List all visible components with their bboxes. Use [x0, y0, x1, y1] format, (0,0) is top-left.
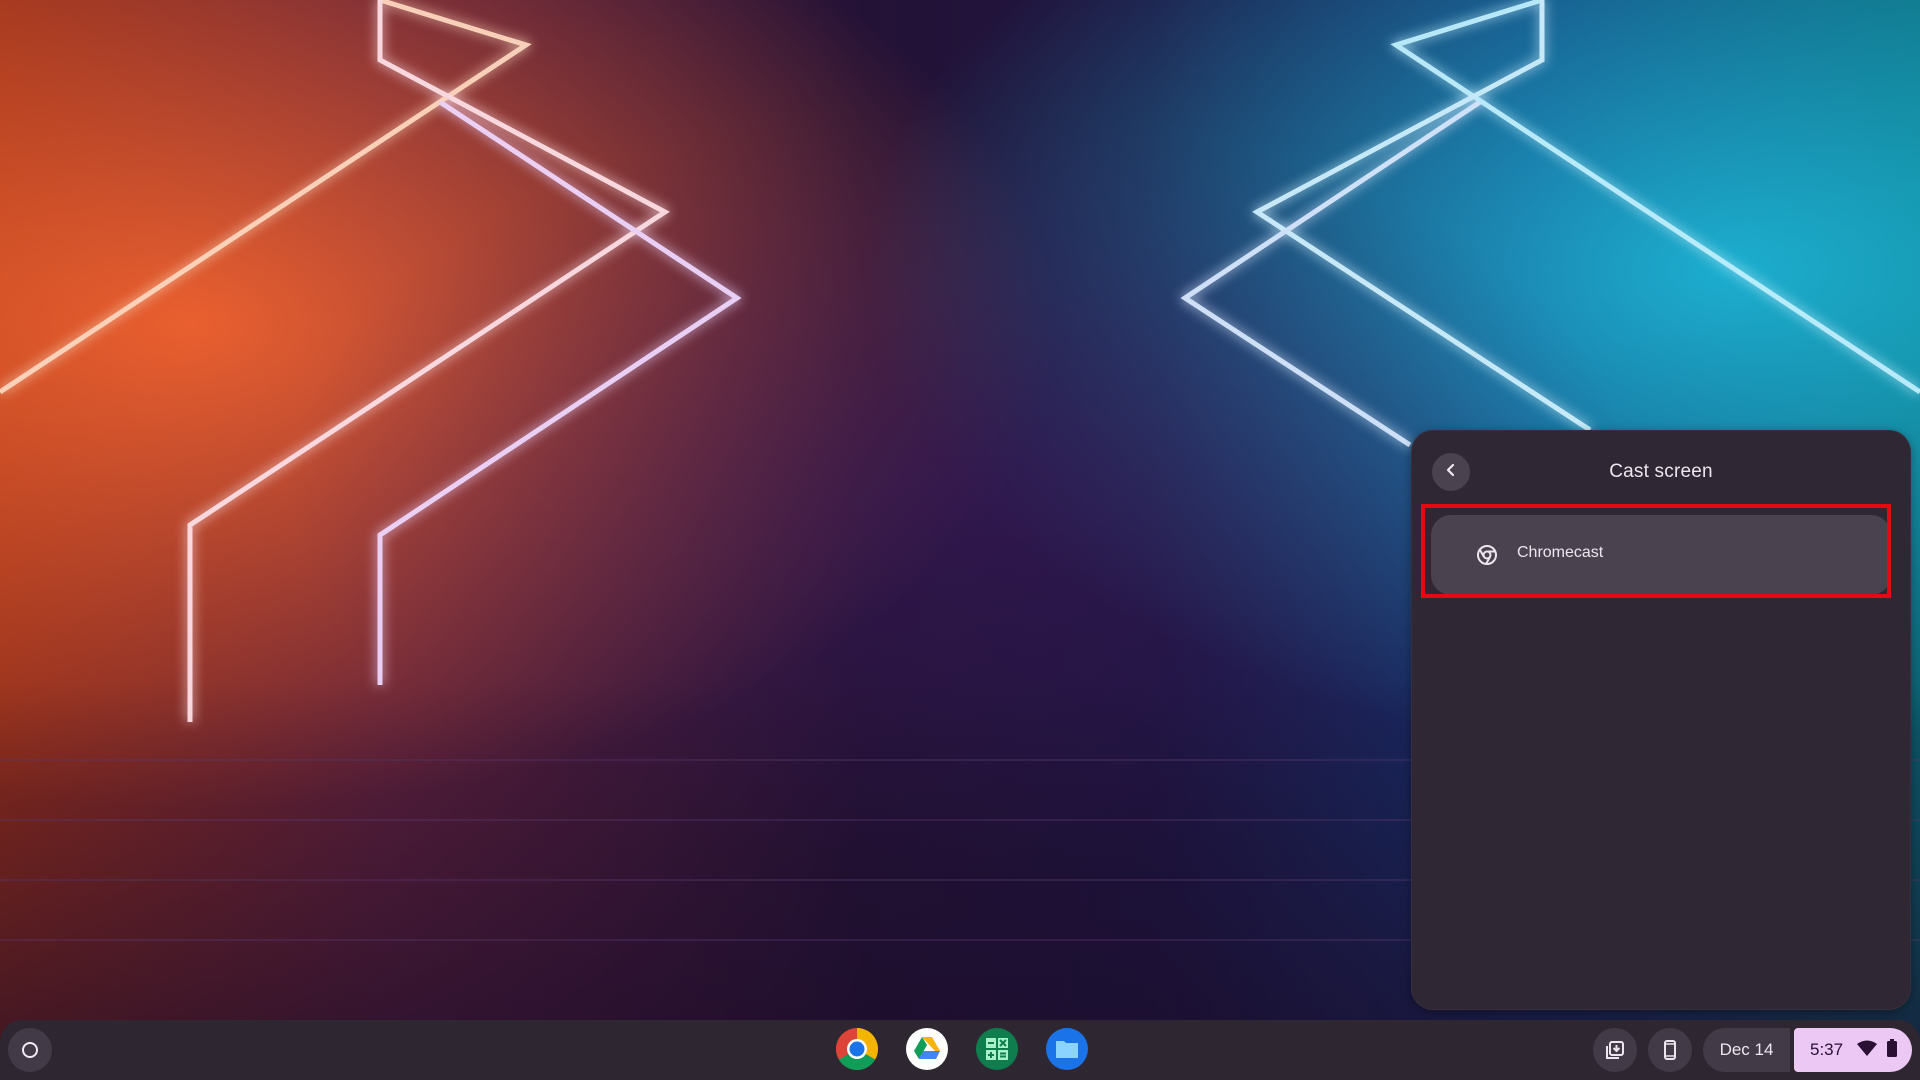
chrome-icon	[835, 1028, 879, 1070]
shelf-app-drive[interactable]	[905, 1027, 949, 1071]
cast-screen-panel: Cast screen Chromecast	[1411, 430, 1911, 1010]
phone-icon	[1664, 1040, 1676, 1060]
battery-icon	[1887, 1038, 1898, 1062]
date-tray-button[interactable]: Dec 14	[1703, 1028, 1790, 1072]
files-icon	[1046, 1028, 1088, 1070]
phone-hub-button[interactable]	[1648, 1028, 1692, 1072]
calculator-icon	[976, 1028, 1018, 1070]
shelf-app-calculator[interactable]	[975, 1027, 1019, 1071]
highlight-annotation-box	[1421, 504, 1891, 598]
holding-space-button[interactable]	[1593, 1028, 1637, 1072]
holding-space-icon	[1606, 1041, 1624, 1059]
wifi-icon	[1857, 1040, 1878, 1061]
panel-title: Cast screen	[1609, 461, 1713, 482]
shelf: Dec 14 5:37	[0, 1020, 1920, 1080]
shelf-app-files[interactable]	[1045, 1027, 1089, 1071]
status-area-button[interactable]: 5:37	[1794, 1028, 1912, 1072]
panel-header: Cast screen	[1412, 431, 1910, 511]
date-label: Dec 14	[1719, 1040, 1774, 1059]
drive-icon	[906, 1028, 948, 1070]
shelf-app-chrome[interactable]	[835, 1027, 879, 1071]
launcher-button[interactable]	[8, 1028, 52, 1072]
time-label: 5:37	[1810, 1040, 1844, 1059]
launcher-circle-icon	[22, 1042, 38, 1058]
